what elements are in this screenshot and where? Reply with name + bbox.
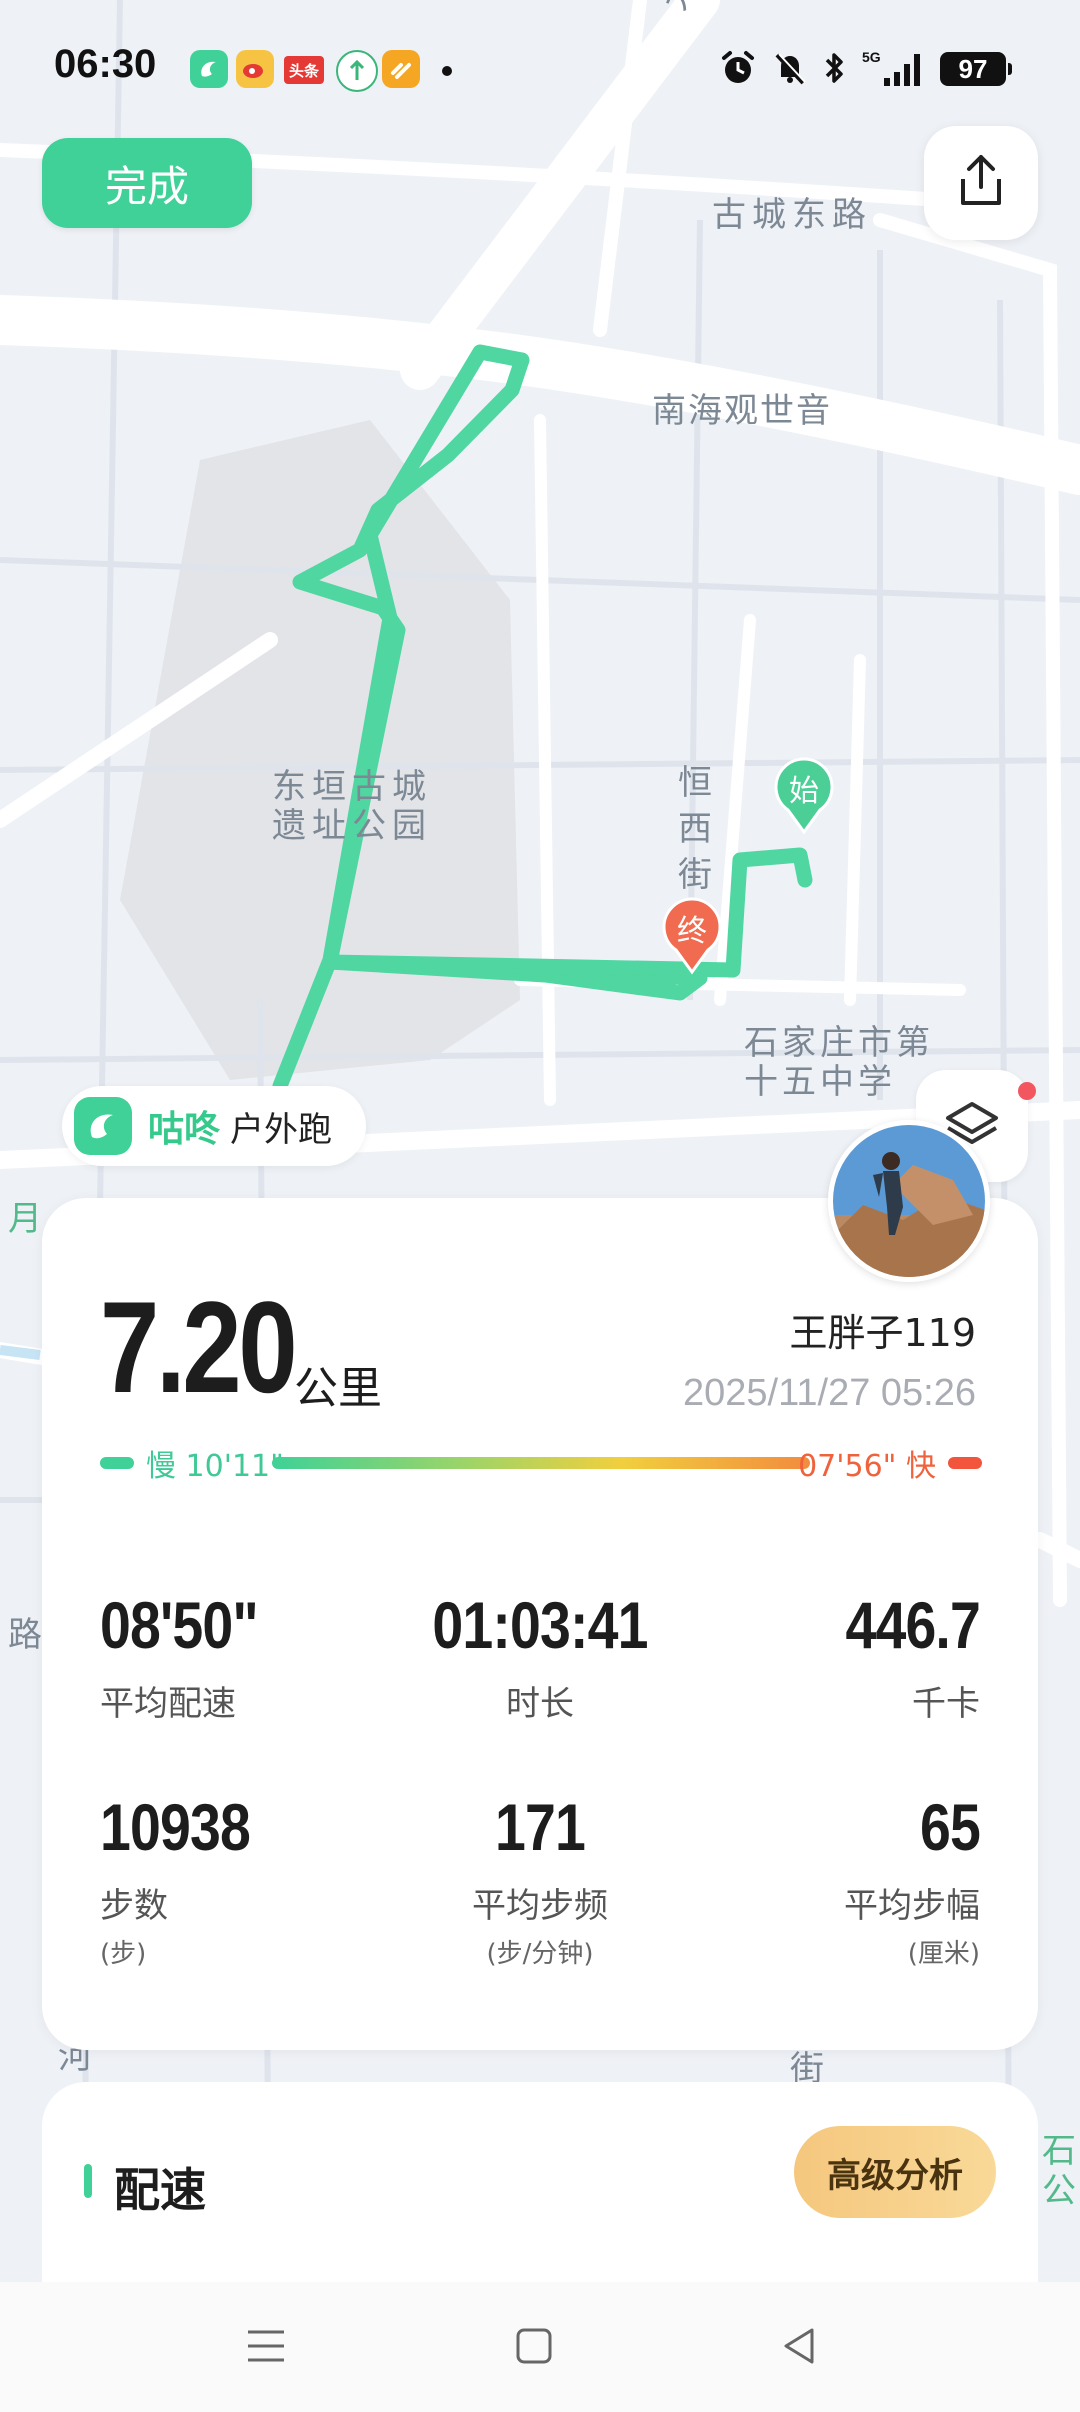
status-bar: 06:30 头条 5G 97 — [0, 0, 1080, 140]
done-button[interactable]: 完成 — [42, 138, 252, 228]
metric-value: 01:03:41 — [432, 1588, 648, 1662]
more-notifications-dot — [442, 66, 452, 76]
metric-cadence: 171 平均步频 (步/分钟) — [390, 1794, 690, 1970]
svg-text:5G: 5G — [862, 49, 881, 65]
map-label-edge-shi: 石 — [1042, 2131, 1080, 2171]
app-name: 咕咚 — [148, 1109, 221, 1150]
home-icon — [514, 2326, 554, 2370]
metric-unit: (厘米) — [907, 1939, 980, 1969]
fast-pace: 07'56" 快 — [798, 1440, 982, 1486]
metric-value: 10938 — [100, 1790, 251, 1864]
slow-pace-label: 慢 10'11" — [146, 1449, 284, 1484]
notification-dot — [1018, 1082, 1036, 1100]
green-app-icon — [336, 50, 378, 92]
avatar[interactable] — [828, 1120, 990, 1282]
share-button[interactable] — [924, 126, 1038, 240]
toutiao-icon: 头条 — [284, 56, 324, 84]
end-marker-label: 终 — [677, 914, 707, 949]
map-label-school: 石家庄市第 十五中学 — [744, 1023, 934, 1103]
metric-unit: (步) — [100, 1939, 147, 1969]
map-label-park: 东垣古城 遗址公园 — [272, 767, 432, 847]
map-label-edge-gong: 公 — [1042, 2171, 1080, 2211]
map-label-park-line2: 遗址公园 — [272, 806, 432, 847]
slow-pace: 慢 10'11" — [100, 1440, 284, 1486]
fast-pace-cap — [948, 1457, 982, 1469]
gudong-app-icon — [190, 50, 228, 88]
metric-value: 171 — [495, 1790, 586, 1864]
metric-calories: 446.7 千卡 — [680, 1592, 980, 1725]
metric-unit: (步/分钟) — [486, 1939, 594, 1969]
back-button[interactable] — [770, 2318, 830, 2378]
app-badge: 咕咚 户外跑 — [62, 1086, 367, 1166]
bluetooth-icon — [818, 48, 852, 88]
status-time: 06:30 — [54, 42, 157, 86]
weibo-icon — [236, 50, 274, 88]
home-button[interactable] — [504, 2318, 564, 2378]
map-label-hengxi-street: 恒西街 — [678, 763, 718, 895]
user-name: 王胖子119 — [789, 1311, 976, 1355]
metric-duration: 01:03:41 时长 — [390, 1592, 690, 1725]
distance-unit: 公里 — [294, 1363, 382, 1414]
battery-indicator: 97 — [940, 52, 1012, 86]
pace-range-bar: 慢 10'11" 07'56" 快 — [100, 1440, 982, 1486]
back-icon — [780, 2326, 820, 2370]
metric-stride: 65 平均步幅 (厘米) — [680, 1790, 981, 1970]
5g-signal-icon: 5G — [862, 48, 926, 88]
pace-section-title: 配速 — [114, 2163, 206, 2217]
start-marker-label: 始 — [789, 774, 819, 809]
alarm-icon — [716, 48, 760, 88]
activity-type: 户外跑 — [230, 1109, 333, 1150]
map-label-school-line2: 十五中学 — [744, 1062, 896, 1103]
metric-value: 446.7 — [845, 1588, 980, 1662]
gudong-logo-icon — [74, 1097, 132, 1155]
metric-label: 步数 — [100, 1886, 168, 1926]
metric-steps: 10938 步数 (步) — [100, 1794, 400, 1970]
fast-pace-label: 07'56" 快 — [798, 1449, 936, 1484]
menu-button[interactable] — [236, 2318, 296, 2378]
metric-avg-pace: 08'50" 平均配速 — [100, 1592, 400, 1725]
orange-app-icon — [382, 50, 420, 88]
map-label-nanhai-guanyin: 南海观世音 — [652, 391, 832, 431]
share-icon — [955, 153, 1007, 213]
metric-label: 平均步频 — [472, 1886, 608, 1926]
section-accent-bar — [84, 2164, 92, 2198]
metric-label: 千卡 — [912, 1684, 980, 1724]
map-label-school-line1: 石家庄市第 — [744, 1023, 934, 1063]
metric-value: 08'50" — [100, 1588, 259, 1662]
map-label-park-line1: 东垣古城 — [272, 767, 432, 807]
system-nav-bar — [0, 2282, 1080, 2412]
menu-icon — [244, 2326, 288, 2370]
pace-gradient — [272, 1457, 810, 1469]
metric-value: 65 — [920, 1790, 981, 1864]
map-label-gucheng-east-road: 古城东路 — [712, 195, 872, 235]
distance-value: 7.20 — [100, 1274, 298, 1420]
advanced-analysis-button[interactable]: 高级分析 — [794, 2126, 996, 2218]
mute-bell-icon — [768, 48, 812, 88]
run-date: 2025/11/27 05:26 — [682, 1372, 976, 1414]
metric-label: 平均步幅 — [844, 1886, 980, 1926]
metric-label: 时长 — [506, 1684, 574, 1724]
metric-label: 平均配速 — [100, 1684, 236, 1724]
slow-pace-cap — [100, 1457, 134, 1469]
